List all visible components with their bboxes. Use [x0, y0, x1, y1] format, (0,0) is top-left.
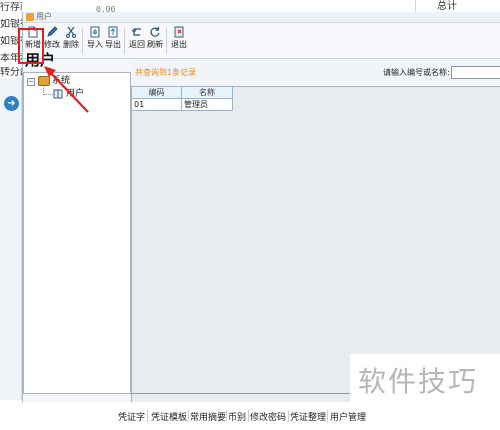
toolbar: 新增 修改 删除 导入 导出 返回 刷新 退出 [23, 23, 500, 59]
toolbar-separator [166, 28, 167, 54]
dialog-titlebar[interactable]: 用户 [23, 12, 500, 23]
return-button[interactable]: 返回 [127, 25, 147, 57]
bottom-nav-item[interactable]: 凭证字 [118, 410, 145, 423]
tree-item-users[interactable]: 用户 [66, 88, 84, 100]
toolbar-separator [82, 28, 83, 54]
watermark: 软件技巧 [350, 354, 500, 402]
bottom-nav-item[interactable]: 凭证整理 [290, 410, 326, 423]
import-icon [90, 26, 100, 38]
forward-arrow-icon[interactable]: ➜ [4, 96, 19, 111]
column-header-name[interactable]: 名称 [182, 87, 233, 99]
import-button[interactable]: 导入 [85, 25, 105, 57]
screen: 行存款 如银行 如银行 本年利 转分配 ➜ 0.00 总计 用户 新增 [0, 0, 500, 430]
bottom-nav-separator [288, 410, 289, 422]
search-label: 请输入编号或名称: [383, 68, 450, 77]
cell-code[interactable]: 01 [132, 99, 182, 111]
bottom-nav-item[interactable]: 用户管理 [330, 410, 366, 423]
bottom-nav-item[interactable]: 常用摘要 [190, 410, 226, 423]
user-list-panel: 共查询到1条记录 请输入编号或名称: 编码 名称 01 管理员 [131, 59, 500, 402]
exit-button-label: 退出 [171, 40, 187, 49]
export-button[interactable]: 导出 [103, 25, 123, 57]
import-button-label: 导入 [87, 40, 103, 49]
delete-button[interactable]: 删除 [61, 25, 81, 57]
app-icon [26, 13, 34, 21]
bottom-nav-separator [226, 410, 227, 422]
watermark-text: 软件技巧 [358, 365, 479, 398]
background-side-panel [0, 78, 22, 400]
toolbar-separator [124, 28, 125, 54]
refresh-icon [150, 27, 160, 37]
tree-connector [43, 94, 53, 95]
return-icon [131, 28, 141, 36]
export-button-label: 导出 [105, 40, 121, 49]
export-icon [108, 26, 118, 38]
search-input[interactable] [451, 66, 500, 79]
exit-icon [174, 26, 184, 38]
background-total-label: 总计 [437, 1, 457, 12]
column-header-code[interactable]: 编码 [132, 87, 182, 99]
dialog-title: 用户 [36, 12, 52, 21]
tree-root-label[interactable]: 系统 [52, 75, 70, 87]
cell-name[interactable]: 管理员 [182, 99, 233, 111]
bottom-nav-separator [147, 410, 148, 422]
user-dialog: 用户 新增 修改 删除 导入 导出 返回 刷新 退出 用户 − 系统 用户 共查… [22, 12, 500, 402]
bottom-nav-separator [248, 410, 249, 422]
record-count-notice: 共查询到1条记录 [135, 68, 197, 77]
tree-collapse-toggle[interactable]: − [27, 78, 35, 86]
background-account-item: 行存款 [0, 2, 22, 13]
bottom-nav-item[interactable]: 修改密码 [250, 410, 286, 423]
bottom-nav-separator [327, 410, 328, 422]
exit-button[interactable]: 退出 [169, 25, 189, 57]
delete-scissors-icon [66, 26, 76, 38]
new-button-highlight [18, 28, 44, 64]
refresh-button[interactable]: 刷新 [145, 25, 165, 57]
return-button-label: 返回 [129, 40, 145, 49]
delete-button-label: 删除 [63, 40, 79, 49]
bottom-nav-item[interactable]: 凭证模板 [151, 410, 187, 423]
edit-button-label: 修改 [44, 40, 60, 49]
edit-pencil-icon [47, 26, 58, 37]
user-book-icon [53, 89, 63, 99]
bottom-nav-separator [188, 410, 189, 422]
refresh-button-label: 刷新 [147, 40, 163, 49]
bottom-nav-item[interactable]: 币别 [228, 410, 246, 423]
folder-icon [38, 76, 50, 86]
user-group-tree: − 系统 用户 [23, 72, 131, 394]
